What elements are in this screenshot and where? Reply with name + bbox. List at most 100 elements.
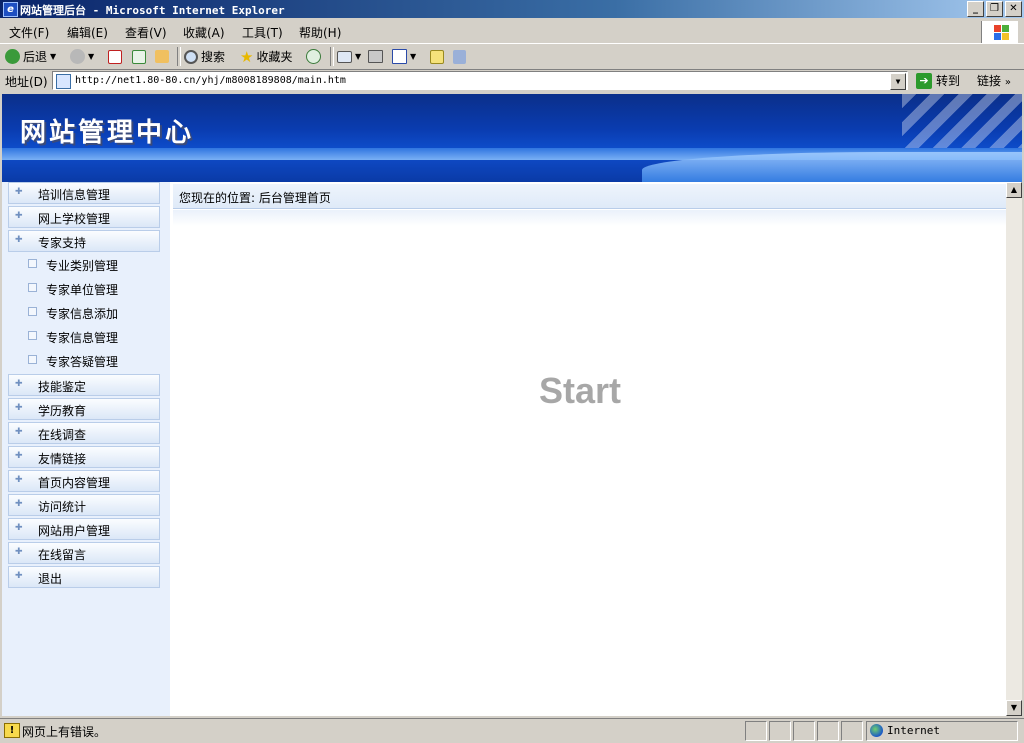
sidebar-subitem-label: 专家信息管理 (46, 331, 119, 345)
word-icon (392, 49, 407, 64)
sidebar-item-survey[interactable]: ✚ 在线调查 (8, 422, 160, 444)
scroll-down-button[interactable]: ▼ (1006, 700, 1022, 716)
stop-icon (108, 49, 122, 64)
sidebar-subitem-label: 专家单位管理 (46, 283, 119, 297)
tree-node-icon (28, 307, 37, 316)
sidebar: ✚ 培训信息管理 ✚ 网上学校管理 ✚ 专家支持 专业类别管理 专家单位管理 专… (2, 182, 170, 716)
keyboard-graphic (902, 94, 1022, 148)
edit-button[interactable]: ▼ (392, 48, 416, 65)
print-button[interactable] (368, 48, 383, 65)
search-button[interactable]: 搜索 (184, 48, 225, 65)
minimize-button[interactable]: _ (967, 1, 984, 17)
warning-icon[interactable]: ! (4, 723, 20, 738)
refresh-button[interactable] (132, 48, 146, 65)
maximize-button[interactable]: ❐ (986, 1, 1003, 17)
messenger-button[interactable] (453, 48, 466, 65)
sidebar-item-label: 网上学校管理 (38, 212, 111, 226)
home-button[interactable] (155, 48, 169, 65)
sidebar-item-training[interactable]: ✚ 培训信息管理 (8, 182, 160, 204)
mail-button[interactable]: ▼ (337, 48, 361, 65)
links-label: 链接 (977, 74, 1002, 88)
chevron-down-icon: ▼ (355, 52, 362, 61)
title-bar: e 网站管理后台 - Microsoft Internet Explorer _… (0, 0, 1024, 18)
main-panel: 您现在的位置: 后台管理首页 Start (173, 182, 1006, 716)
history-icon (306, 49, 321, 64)
banner-title: 网站管理中心 (20, 118, 195, 148)
globe-icon (870, 724, 883, 737)
ie-icon: e (3, 2, 18, 17)
go-label: 转到 (936, 74, 961, 88)
site-banner: 网站管理中心 (2, 94, 1022, 182)
sidebar-item-skill[interactable]: ✚ 技能鉴定 (8, 374, 160, 396)
note-icon (430, 49, 444, 64)
menu-view[interactable]: 查看(V) (125, 24, 167, 41)
sidebar-item-label: 技能鉴定 (38, 380, 87, 394)
sidebar-item-links[interactable]: ✚ 友情链接 (8, 446, 160, 468)
menu-tools[interactable]: 工具(T) (242, 24, 283, 41)
toolbar: 后退 ▼ ▼ 搜索 ★ 收藏夹 ▼ ▼ (0, 44, 1024, 70)
vertical-scrollbar[interactable]: ▲ ▼ (1006, 182, 1022, 716)
history-button[interactable] (306, 48, 321, 65)
forward-button[interactable]: ▼ (70, 48, 94, 65)
security-zone: Internet (866, 721, 1018, 741)
toolbar-separator (177, 47, 181, 66)
expand-icon: ✚ (15, 523, 23, 533)
sidebar-item-logout[interactable]: ✚ 退出 (8, 566, 160, 588)
expand-icon: ✚ (15, 547, 23, 557)
menu-edit[interactable]: 编辑(E) (67, 24, 108, 41)
sidebar-item-messages[interactable]: ✚ 在线留言 (8, 542, 160, 564)
scroll-up-button[interactable]: ▲ (1006, 182, 1022, 198)
sidebar-item-online-school[interactable]: ✚ 网上学校管理 (8, 206, 160, 228)
sidebar-item-label: 访问统计 (38, 500, 87, 514)
refresh-icon (132, 49, 146, 64)
expand-icon: ✚ (15, 403, 23, 413)
sidebar-item-expert-support[interactable]: ✚ 专家支持 (8, 230, 160, 252)
messenger-icon (453, 49, 466, 64)
tree-node-icon (28, 355, 37, 364)
expand-icon: ✚ (15, 211, 23, 221)
back-arrow-icon (5, 49, 20, 64)
windows-logo-icon (981, 21, 1018, 43)
status-message: 网页上有错误。 (22, 725, 107, 739)
stop-button[interactable] (108, 48, 122, 65)
zone-label: Internet (887, 724, 940, 737)
sidebar-subitem-label: 专业类别管理 (46, 259, 119, 273)
go-button[interactable]: ➔ 转到 (916, 72, 960, 89)
favorites-label: 收藏夹 (256, 50, 293, 64)
sidebar-item-education[interactable]: ✚ 学历教育 (8, 398, 160, 420)
address-dropdown-button[interactable]: ▼ (890, 73, 906, 90)
sidebar-item-homepage[interactable]: ✚ 首页内容管理 (8, 470, 160, 492)
menu-file[interactable]: 文件(F) (9, 24, 49, 41)
sidebar-item-label: 专家支持 (38, 236, 87, 250)
sidebar-subitem-label: 专家信息添加 (46, 307, 119, 321)
expand-icon: ✚ (15, 427, 23, 437)
page-content: ✚ 培训信息管理 ✚ 网上学校管理 ✚ 专家支持 专业类别管理 专家单位管理 专… (2, 182, 1006, 716)
expand-icon: ✚ (15, 571, 23, 581)
address-input[interactable]: http://net1.80-80.cn/yhj/m8008189808/mai… (52, 71, 908, 90)
status-cell (817, 721, 839, 741)
address-bar: 地址(D) http://net1.80-80.cn/yhj/m80081898… (0, 70, 1024, 92)
back-label: 后退 (23, 50, 48, 64)
links-button[interactable]: 链接 » (977, 72, 1011, 89)
address-label: 地址(D) (5, 75, 48, 89)
favorites-button[interactable]: ★ 收藏夹 (240, 47, 293, 66)
close-button[interactable]: ✕ (1005, 1, 1022, 17)
status-cell (769, 721, 791, 741)
sidebar-item-label: 首页内容管理 (38, 476, 111, 490)
star-icon: ★ (240, 47, 254, 66)
menu-help[interactable]: 帮助(H) (299, 24, 341, 41)
menu-favorites[interactable]: 收藏(A) (183, 24, 225, 41)
expand-icon: ✚ (15, 235, 23, 245)
status-cell (793, 721, 815, 741)
status-cell (745, 721, 767, 741)
chevron-right-icon: » (1004, 77, 1011, 88)
sidebar-item-label: 培训信息管理 (38, 188, 111, 202)
sidebar-item-label: 退出 (38, 572, 63, 586)
menu-bar: 文件(F) 编辑(E) 查看(V) 收藏(A) 工具(T) 帮助(H) (0, 19, 1024, 44)
discuss-button[interactable] (430, 48, 444, 65)
sidebar-item-stats[interactable]: ✚ 访问统计 (8, 494, 160, 516)
sidebar-item-users[interactable]: ✚ 网站用户管理 (8, 518, 160, 540)
back-button[interactable]: 后退 ▼ (5, 48, 56, 65)
tree-node-icon (28, 283, 37, 292)
breadcrumb-shade (173, 210, 1006, 226)
